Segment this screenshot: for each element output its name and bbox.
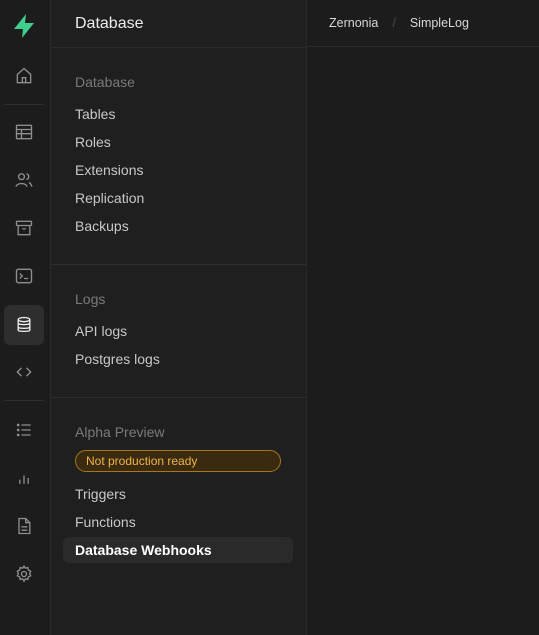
section-title: Database — [75, 74, 135, 90]
logo-icon[interactable] — [10, 12, 38, 40]
menu-item-functions[interactable]: Functions — [63, 509, 293, 535]
list-icon[interactable] — [4, 410, 44, 450]
document-icon[interactable] — [4, 506, 44, 546]
status-badge: Not production ready — [75, 450, 281, 472]
table-icon[interactable] — [4, 112, 44, 152]
menu-item-triggers[interactable]: Triggers — [63, 481, 293, 507]
archive-icon[interactable] — [4, 208, 44, 248]
menu-item-tables[interactable]: Tables — [63, 101, 293, 127]
menu-item-database-webhooks[interactable]: Database Webhooks — [63, 537, 293, 563]
menu-item-api-logs[interactable]: API logs — [63, 318, 293, 344]
icon-rail — [0, 0, 51, 635]
database-menu: Database Database Tables Roles Extension… — [51, 0, 307, 635]
breadcrumb-project[interactable]: SimpleLog — [410, 16, 469, 30]
breadcrumb-org[interactable]: Zernonia — [329, 16, 378, 30]
menu-item-roles[interactable]: Roles — [63, 129, 293, 155]
gear-icon[interactable] — [4, 554, 44, 594]
bar-chart-icon[interactable] — [4, 458, 44, 498]
database-icon[interactable] — [4, 305, 44, 345]
divider — [51, 397, 306, 398]
menu-item-postgres-logs[interactable]: Postgres logs — [63, 346, 293, 372]
section-title: Logs — [75, 291, 106, 307]
code-icon[interactable] — [4, 352, 44, 392]
menu-title: Database — [51, 0, 306, 48]
menu-item-backups[interactable]: Backups — [63, 213, 293, 239]
breadcrumb: Zernonia / SimpleLog — [307, 0, 539, 47]
terminal-icon[interactable] — [4, 256, 44, 296]
menu-item-extensions[interactable]: Extensions — [63, 157, 293, 183]
breadcrumb-separator: / — [392, 16, 396, 30]
home-icon[interactable] — [4, 56, 44, 96]
menu-item-replication[interactable]: Replication — [63, 185, 293, 211]
divider — [51, 264, 306, 265]
users-icon[interactable] — [4, 160, 44, 200]
section-title: Alpha Preview — [75, 424, 165, 440]
